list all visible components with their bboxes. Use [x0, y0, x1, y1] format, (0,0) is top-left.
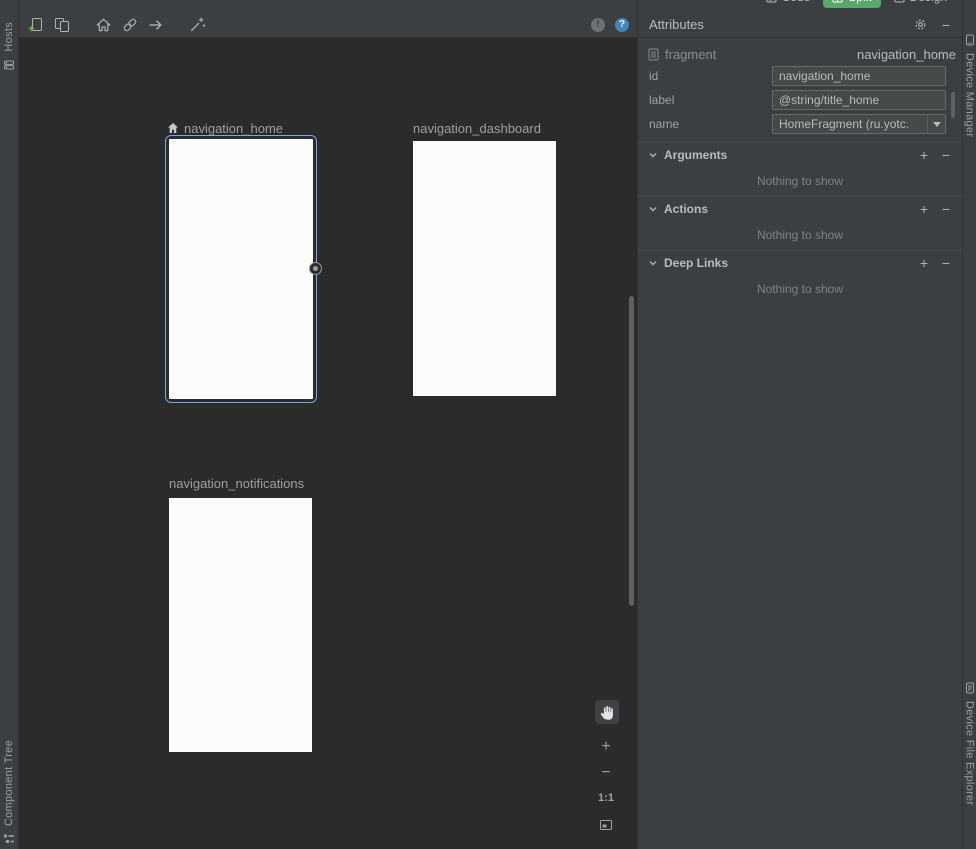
id-input[interactable]: navigation_home: [772, 66, 946, 86]
attributes-panel: Attributes − fragment navigation_home id…: [637, 0, 962, 849]
deep-link-icon[interactable]: [121, 16, 138, 33]
left-tool-strip: Hosts Component Tree: [0, 0, 19, 849]
nav-editor-toolbar: ! ?: [19, 0, 637, 38]
id-field-label: id: [649, 69, 772, 83]
right-tool-strip: Device Manager Device File Explorer: [962, 0, 976, 849]
fragment-home-action-handle[interactable]: [309, 262, 322, 275]
tab-design[interactable]: Design: [885, 0, 956, 8]
section-deeplinks-header[interactable]: Deep Links + −: [638, 250, 962, 274]
fragment-notifications-label-row: navigation_notifications: [169, 475, 304, 491]
name-field-row: name HomeFragment (ru.yotc.: [638, 112, 962, 136]
arguments-empty-text: Nothing to show: [638, 174, 962, 188]
android-studio-navigation-editor: Code Split Design Hosts Component Tree D…: [0, 0, 976, 849]
device-manager-icon: [965, 34, 975, 46]
tab-split-label: Split: [848, 0, 871, 4]
chevron-down-icon: [648, 258, 658, 268]
name-dropdown-value: HomeFragment (ru.yotc.: [779, 117, 927, 131]
fragment-notifications-preview[interactable]: [169, 498, 312, 752]
attributes-title: Attributes: [649, 17, 704, 32]
label-field-label: label: [649, 93, 772, 107]
auto-arrange-icon[interactable]: [189, 16, 206, 33]
device-file-explorer-icon: [965, 682, 975, 694]
toolbar-right-group: ! ?: [591, 18, 629, 32]
split-icon: [832, 0, 843, 3]
help-icon[interactable]: ?: [615, 18, 629, 32]
fragment-dashboard-label: navigation_dashboard: [413, 121, 541, 136]
attributes-scrollbar[interactable]: [951, 92, 955, 118]
attributes-content: fragment navigation_home id navigation_h…: [638, 38, 962, 296]
fragment-dashboard-label-row: navigation_dashboard: [413, 120, 541, 136]
warnings-icon[interactable]: !: [591, 18, 605, 32]
remove-action-icon[interactable]: −: [938, 201, 954, 217]
fragment-icon: [648, 48, 659, 61]
code-icon: [766, 0, 777, 3]
name-field-label: name: [649, 117, 772, 131]
hosts-icon: [3, 59, 15, 71]
tab-design-label: Design: [910, 0, 947, 4]
device-manager-label: Device Manager: [964, 53, 976, 137]
start-destination-home-icon: [167, 122, 179, 134]
pan-hand-icon[interactable]: [595, 700, 619, 724]
fragment-home-screen[interactable]: [169, 139, 313, 399]
component-tree-label: Component Tree: [3, 740, 15, 826]
new-destination-icon[interactable]: [27, 16, 44, 33]
canvas-vertical-scrollbar[interactable]: [629, 296, 634, 606]
zoom-to-fit-icon[interactable]: [597, 816, 615, 834]
assign-start-destination-icon[interactable]: [95, 16, 112, 33]
section-actions-title: Actions: [664, 202, 708, 216]
tab-code[interactable]: Code: [757, 0, 820, 8]
tool-button-device-manager[interactable]: Device Manager: [964, 34, 976, 137]
zoom-out-button[interactable]: −: [597, 764, 615, 782]
chevron-down-icon[interactable]: [927, 115, 945, 133]
zoom-level-label: 1:1: [595, 790, 617, 806]
label-input-value: @string/title_home: [779, 93, 879, 107]
hide-panel-icon[interactable]: −: [938, 17, 954, 33]
section-arguments-header[interactable]: Arguments + −: [638, 142, 962, 166]
component-id-value: navigation_home: [857, 47, 956, 62]
design-icon: [894, 0, 905, 3]
editor-mode-tab-bar: Code Split Design: [757, 0, 956, 9]
tool-button-device-file-explorer[interactable]: Device File Explorer: [964, 682, 976, 805]
fragment-home-label-row: navigation_home: [167, 120, 283, 136]
remove-deeplink-icon[interactable]: −: [938, 255, 954, 271]
nav-graph-canvas[interactable]: navigation_home navigation_dashboard nav…: [19, 38, 637, 849]
component-tree-icon: [3, 833, 15, 845]
add-argument-icon[interactable]: +: [916, 147, 932, 163]
hosts-label: Hosts: [3, 22, 15, 52]
section-arguments-title: Arguments: [664, 148, 727, 162]
deeplinks-empty-text: Nothing to show: [638, 282, 962, 296]
remove-argument-icon[interactable]: −: [938, 147, 954, 163]
section-actions-header[interactable]: Actions + −: [638, 196, 962, 220]
tool-button-hosts[interactable]: Hosts: [3, 22, 15, 71]
label-field-row: label @string/title_home: [638, 88, 962, 112]
fragment-dashboard-preview[interactable]: [413, 141, 556, 396]
add-action-icon[interactable]: +: [916, 201, 932, 217]
component-type-label: fragment: [665, 47, 716, 62]
zoom-in-button[interactable]: +: [597, 738, 615, 756]
fragment-home-label: navigation_home: [184, 121, 283, 136]
name-dropdown[interactable]: HomeFragment (ru.yotc.: [772, 114, 946, 134]
add-deeplink-icon[interactable]: +: [916, 255, 932, 271]
action-arrow-icon[interactable]: [147, 16, 164, 33]
label-input[interactable]: @string/title_home: [772, 90, 946, 110]
section-deeplinks-title: Deep Links: [664, 256, 728, 270]
fragment-home-preview[interactable]: [165, 135, 317, 403]
id-field-row: id navigation_home: [638, 64, 962, 88]
gear-icon[interactable]: [912, 17, 928, 33]
id-input-value: navigation_home: [779, 69, 870, 83]
fragment-notifications-label: navigation_notifications: [169, 476, 304, 491]
tab-split[interactable]: Split: [823, 0, 880, 8]
chevron-down-icon: [648, 150, 658, 160]
tool-button-component-tree[interactable]: Component Tree: [3, 740, 15, 845]
chevron-down-icon: [648, 204, 658, 214]
selected-component-row: fragment navigation_home: [638, 44, 962, 64]
tab-code-label: Code: [782, 0, 811, 4]
device-file-explorer-label: Device File Explorer: [964, 701, 976, 805]
nested-graph-icon[interactable]: [53, 16, 70, 33]
actions-empty-text: Nothing to show: [638, 228, 962, 242]
